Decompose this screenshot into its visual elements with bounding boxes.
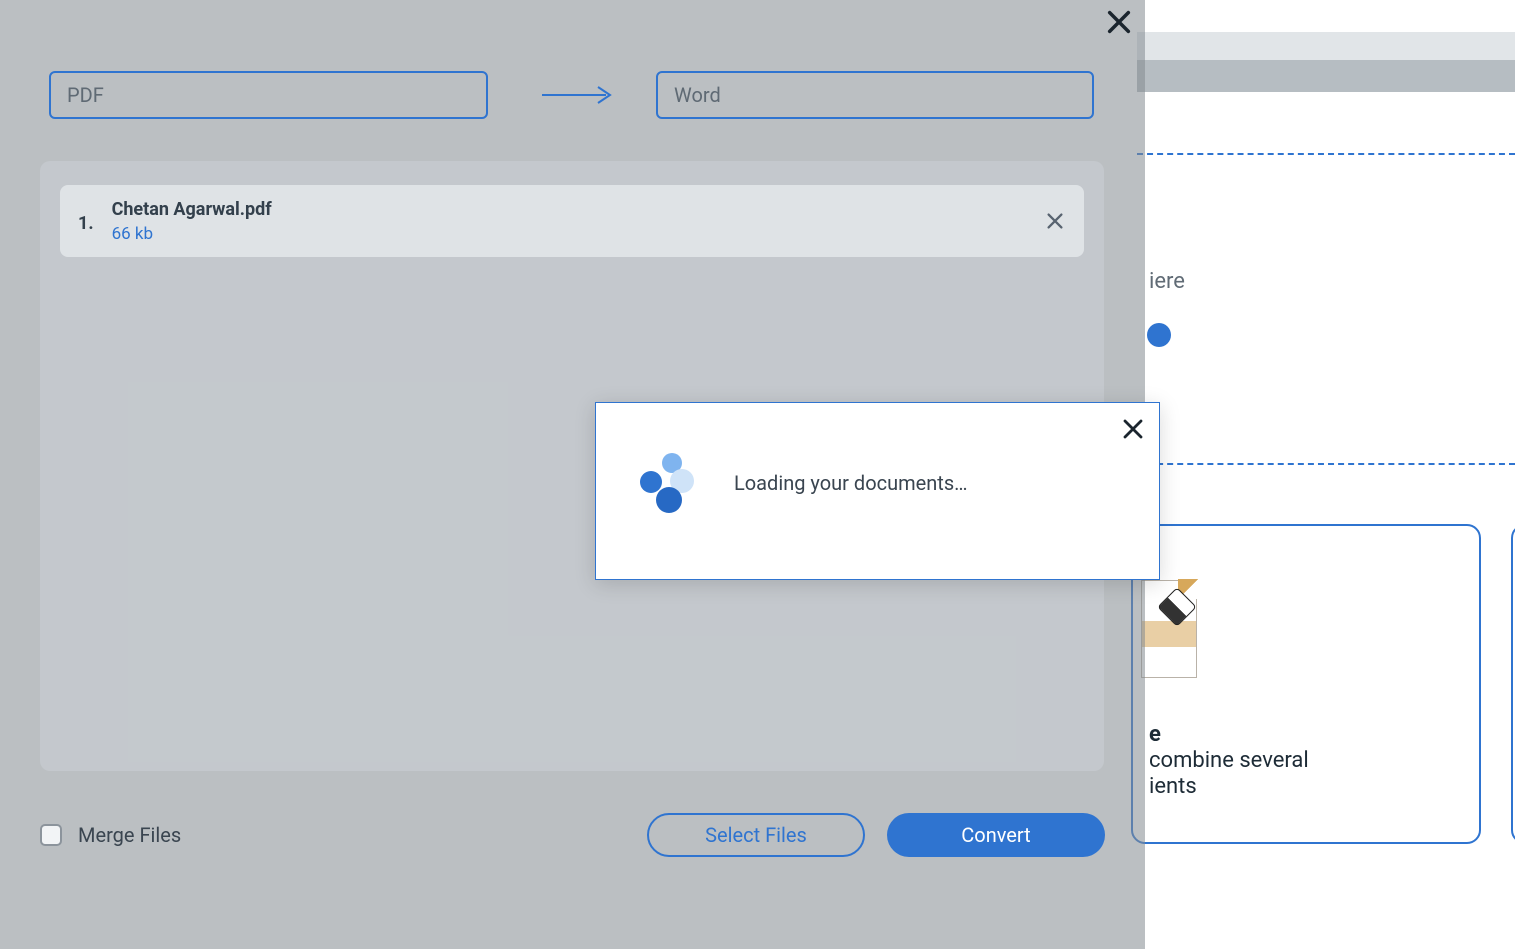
source-format-select[interactable]: PDF xyxy=(49,71,488,119)
close-icon xyxy=(1105,8,1133,36)
bg-strip-mid xyxy=(1137,32,1515,60)
arrow-right-icon xyxy=(540,84,614,106)
bg-strip-dark xyxy=(1137,60,1515,92)
close-panel-button[interactable] xyxy=(1105,8,1133,36)
feature-card-next[interactable] xyxy=(1511,524,1515,844)
close-icon xyxy=(1044,210,1066,232)
bg-strip-light xyxy=(1137,0,1515,32)
file-size: 66 kb xyxy=(112,224,272,244)
feature-card-title-fragment: e xyxy=(1149,722,1161,747)
close-icon xyxy=(1121,417,1145,441)
target-format-select[interactable]: Word xyxy=(656,71,1094,119)
convert-label: Convert xyxy=(961,823,1030,847)
background-right-column: iere e combine several ients xyxy=(1137,0,1515,949)
close-dialog-button[interactable] xyxy=(1121,417,1145,441)
remove-file-button[interactable] xyxy=(1044,210,1066,232)
drop-hint-fragment: iere xyxy=(1149,269,1185,294)
feature-card-desc-line1: combine several xyxy=(1149,748,1309,773)
dashed-divider xyxy=(1137,153,1515,155)
file-index: 1. xyxy=(78,213,94,234)
select-files-button[interactable]: Select Files xyxy=(647,813,865,857)
dashed-divider xyxy=(1137,463,1515,465)
merge-files-label: Merge Files xyxy=(78,823,181,847)
convert-button[interactable]: Convert xyxy=(887,813,1105,857)
target-format-label: Word xyxy=(674,83,721,107)
spinner-icon xyxy=(636,451,700,515)
panel-bottom-bar: Merge Files Select Files Convert xyxy=(40,811,1105,859)
loading-message: Loading your documents… xyxy=(734,471,968,495)
file-row: 1. Chetan Agarwal.pdf 66 kb xyxy=(60,185,1084,257)
file-name: Chetan Agarwal.pdf xyxy=(112,199,272,220)
plus-circle-icon xyxy=(1147,323,1171,347)
file-meta: Chetan Agarwal.pdf 66 kb xyxy=(112,199,272,244)
source-format-label: PDF xyxy=(67,83,104,107)
feature-card-desc-line2: ients xyxy=(1149,774,1197,799)
loading-dialog: Loading your documents… xyxy=(595,402,1160,580)
merge-files-checkbox[interactable] xyxy=(40,824,62,846)
select-files-label: Select Files xyxy=(705,823,807,847)
